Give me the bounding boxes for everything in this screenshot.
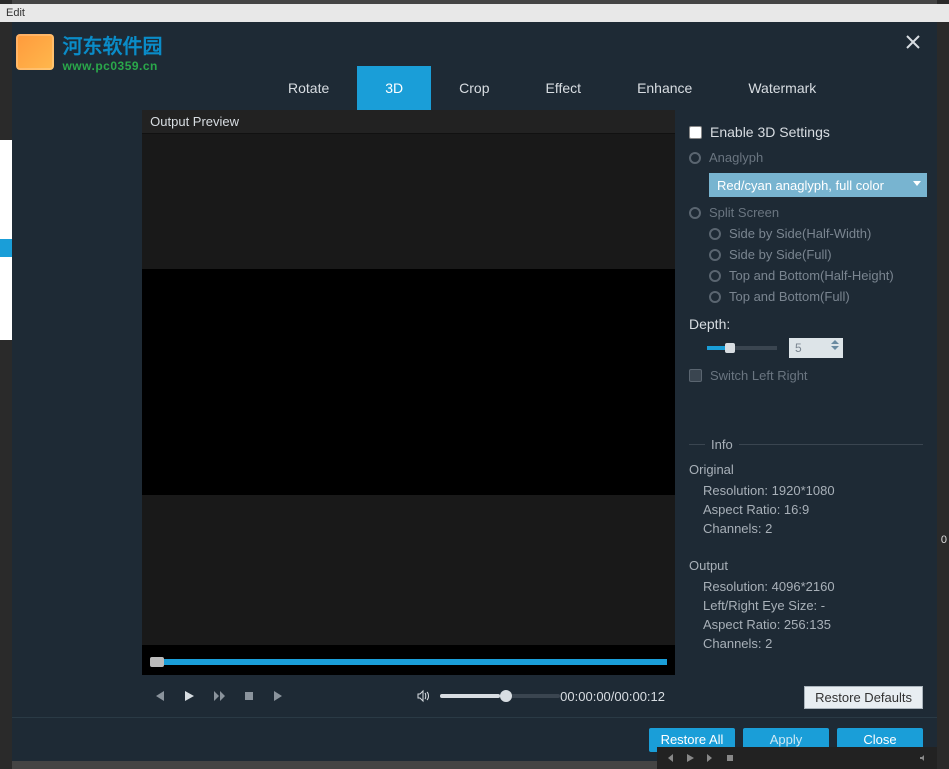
window-titlebar: Edit bbox=[0, 4, 949, 22]
output-title: Output bbox=[689, 558, 923, 573]
stop-button[interactable] bbox=[242, 689, 256, 703]
play-button[interactable] bbox=[182, 689, 196, 703]
tab-bar: Rotate 3D Crop Effect Enhance Watermark bbox=[260, 66, 937, 110]
tb-full-label: Top and Bottom(Full) bbox=[729, 289, 850, 304]
output-aspect: Aspect Ratio: 256:135 bbox=[703, 617, 923, 632]
tab-enhance[interactable]: Enhance bbox=[609, 66, 720, 110]
restore-defaults-button[interactable]: Restore Defaults bbox=[804, 686, 923, 709]
volume-slider[interactable] bbox=[440, 694, 560, 698]
background-right-strip bbox=[937, 0, 949, 769]
split-screen-label: Split Screen bbox=[709, 205, 779, 220]
anaglyph-select-value: Red/cyan anaglyph, full color bbox=[717, 178, 884, 193]
output-eye-size: Left/Right Eye Size: - bbox=[703, 598, 923, 613]
sbs-half-label: Side by Side(Half-Width) bbox=[729, 226, 871, 241]
switch-lr-checkbox[interactable] bbox=[689, 369, 702, 382]
playback-progress[interactable] bbox=[150, 659, 667, 665]
original-aspect: Aspect Ratio: 16:9 bbox=[703, 502, 923, 517]
output-resolution: Resolution: 4096*2160 bbox=[703, 579, 923, 594]
volume-thumb[interactable] bbox=[500, 690, 512, 702]
sbs-full-radio[interactable] bbox=[709, 249, 721, 261]
switch-lr-label: Switch Left Right bbox=[710, 368, 808, 383]
output-preview-label: Output Preview bbox=[142, 110, 675, 134]
tab-watermark[interactable]: Watermark bbox=[720, 66, 844, 110]
preview-letterbox-bottom bbox=[142, 495, 675, 645]
depth-slider-fill bbox=[707, 346, 727, 350]
left-padding bbox=[12, 110, 142, 717]
depth-value: 5 bbox=[795, 341, 802, 355]
next-button[interactable] bbox=[272, 689, 286, 703]
background-left-strip bbox=[0, 0, 12, 769]
anaglyph-radio[interactable] bbox=[689, 152, 701, 164]
mini-stop-icon bbox=[725, 753, 735, 763]
anaglyph-select[interactable]: Red/cyan anaglyph, full color bbox=[709, 173, 927, 197]
volume-fill bbox=[440, 694, 500, 698]
player-controls: 00:00:00/00:00:12 bbox=[142, 675, 675, 717]
background-player-controls bbox=[657, 747, 937, 769]
spinner-up-icon[interactable] bbox=[831, 340, 839, 344]
enable-3d-checkbox[interactable] bbox=[689, 126, 702, 139]
info-header: Info bbox=[705, 437, 739, 452]
sbs-full-label: Side by Side(Full) bbox=[729, 247, 832, 262]
enable-3d-label: Enable 3D Settings bbox=[710, 124, 830, 140]
depth-slider-thumb[interactable] bbox=[725, 343, 735, 353]
background-number: 0 bbox=[941, 534, 947, 546]
watermark-logo-icon bbox=[16, 34, 54, 70]
depth-spinner[interactable]: 5 bbox=[789, 338, 843, 358]
tab-effect[interactable]: Effect bbox=[518, 66, 610, 110]
tab-rotate[interactable]: Rotate bbox=[260, 66, 357, 110]
mini-prev-icon bbox=[665, 753, 675, 763]
anaglyph-label: Anaglyph bbox=[709, 150, 763, 165]
settings-panel: Enable 3D Settings Anaglyph Red/cyan ana… bbox=[675, 110, 937, 717]
tab-3d[interactable]: 3D bbox=[357, 66, 431, 110]
preview-letterbox-top bbox=[142, 134, 675, 269]
depth-label: Depth: bbox=[689, 316, 923, 332]
time-display: 00:00:00/00:00:12 bbox=[560, 689, 665, 704]
edit-dialog: 河东软件园 www.pc0359.cn Rotate 3D Crop Effec… bbox=[12, 22, 937, 761]
original-resolution: Resolution: 1920*1080 bbox=[703, 483, 923, 498]
info-divider: Info bbox=[689, 437, 923, 452]
prev-button[interactable] bbox=[152, 689, 166, 703]
progress-thumb[interactable] bbox=[150, 657, 164, 667]
tb-half-radio[interactable] bbox=[709, 270, 721, 282]
output-channels: Channels: 2 bbox=[703, 636, 923, 651]
fast-forward-button[interactable] bbox=[212, 689, 226, 703]
site-watermark: 河东软件园 www.pc0359.cn bbox=[16, 30, 162, 73]
mini-play-icon bbox=[685, 753, 695, 763]
preview-column: Output Preview bbox=[142, 110, 675, 717]
content-area: Output Preview bbox=[12, 110, 937, 717]
volume-icon[interactable] bbox=[416, 689, 430, 703]
spinner-down-icon[interactable] bbox=[831, 346, 839, 350]
watermark-url: www.pc0359.cn bbox=[62, 59, 162, 73]
video-preview[interactable] bbox=[142, 134, 675, 675]
tab-crop[interactable]: Crop bbox=[431, 66, 517, 110]
background-blue-tab bbox=[0, 239, 12, 257]
mini-volume-icon bbox=[919, 753, 929, 763]
split-screen-radio[interactable] bbox=[689, 207, 701, 219]
window-title: Edit bbox=[6, 7, 25, 19]
original-title: Original bbox=[689, 462, 923, 477]
close-button[interactable] bbox=[901, 30, 925, 54]
chevron-down-icon bbox=[913, 181, 921, 186]
close-icon bbox=[906, 35, 920, 49]
depth-slider[interactable] bbox=[707, 346, 777, 350]
tb-full-radio[interactable] bbox=[709, 291, 721, 303]
sbs-half-radio[interactable] bbox=[709, 228, 721, 240]
tb-half-label: Top and Bottom(Half-Height) bbox=[729, 268, 894, 283]
original-channels: Channels: 2 bbox=[703, 521, 923, 536]
watermark-title: 河东软件园 bbox=[62, 30, 162, 59]
mini-next-icon bbox=[705, 753, 715, 763]
